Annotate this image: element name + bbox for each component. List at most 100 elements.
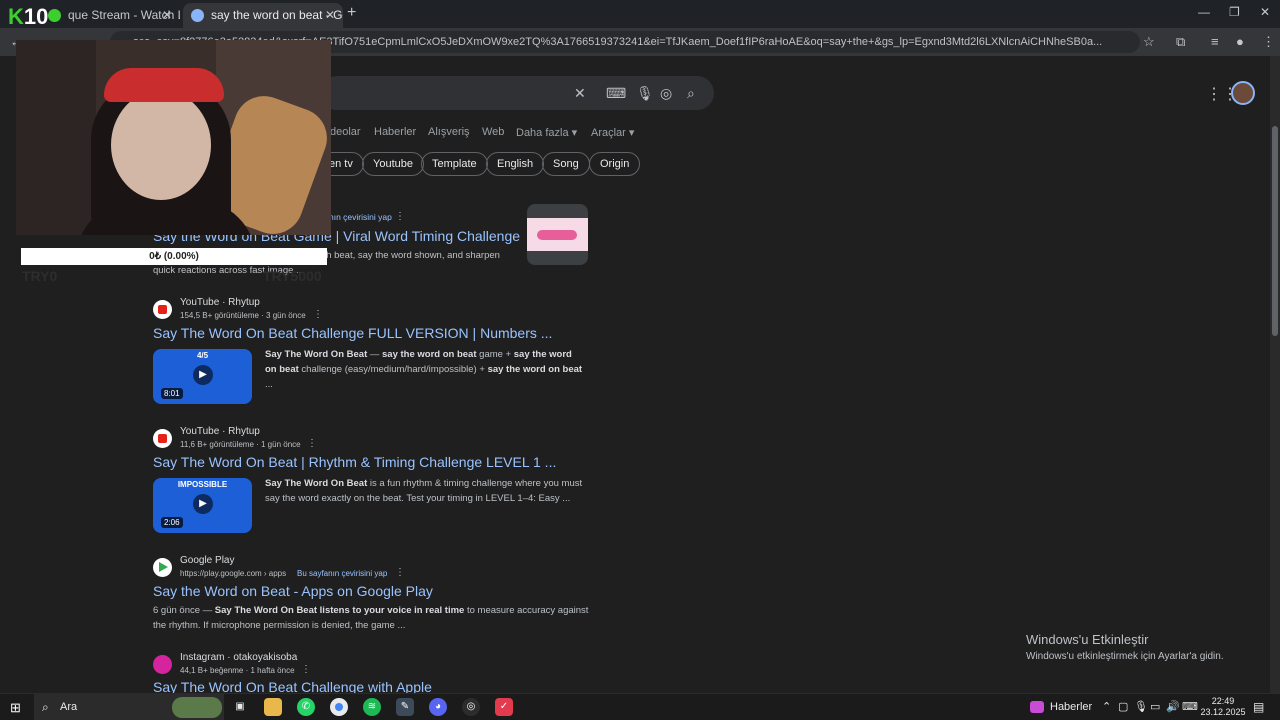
chip-song[interactable]: Song [542, 152, 590, 176]
snippet-bold: Say The Word On Beat listens to your voi… [214, 605, 465, 616]
spotify-icon[interactable]: ≋ [363, 698, 381, 716]
source-meta: 44,1 B+ beğenme · 1 hafta önce [180, 666, 295, 675]
tab-web[interactable]: Web [482, 126, 504, 138]
profile-avatar-icon[interactable]: ● [1236, 34, 1244, 49]
search-icon: ⌕ [42, 700, 49, 714]
close-window-icon[interactable]: ✕ [1260, 5, 1270, 19]
app-icon[interactable]: ✎ [396, 698, 414, 716]
taskbar-clock[interactable]: 22:49 23.12.2025 [1200, 696, 1246, 718]
chip-youtube[interactable]: Youtube [362, 152, 424, 176]
tab-news[interactable]: Haberler [374, 126, 416, 138]
snippet-text: ... [265, 379, 273, 390]
keyboard-icon[interactable]: ⌨ [606, 85, 626, 102]
volume-icon[interactable]: 🔊 [1166, 700, 1180, 713]
source-meta: https://play.google.com › apps [180, 569, 287, 578]
search-icon[interactable]: ⌕ [687, 85, 695, 102]
source-name: Instagram · otakoyakisoba [180, 652, 298, 663]
video-duration: 2:06 [161, 517, 183, 528]
media-icon[interactable]: ≡ [1211, 34, 1219, 49]
chip-origin[interactable]: Origin [589, 152, 641, 176]
close-tab-icon[interactable]: ✕ [162, 3, 172, 28]
source-name: YouTube · Rhytup [180, 426, 260, 437]
result-title-link[interactable]: Say The Word On Beat Challenge FULL VERS… [153, 325, 552, 341]
translate-link[interactable]: nın çevirisini yap [329, 212, 392, 222]
translate-link[interactable]: Bu sayfanın çevirisini yap [297, 569, 387, 578]
activate-title: Windows'u Etkinleştir [1026, 632, 1149, 647]
more-options-icon[interactable]: ⋮ [395, 567, 405, 578]
microphone-icon[interactable]: 🎙 [1134, 700, 1148, 713]
close-tab-icon[interactable]: ✕ [325, 3, 335, 28]
result-title-link[interactable]: Say The Word On Beat | Rhythm & Timing C… [153, 454, 556, 470]
source-name: Google Play [180, 555, 235, 566]
snippet-bold: say the word on beat [382, 349, 477, 360]
chip-template[interactable]: Template [421, 152, 488, 176]
result-thumbnail[interactable] [527, 204, 588, 265]
tab-favicon-icon [48, 9, 61, 22]
minimize-icon[interactable]: — [1198, 5, 1210, 19]
instagram-icon [153, 655, 172, 674]
search-input[interactable]: ✕ ⌨ 🎙 ◎ ⌕ [320, 76, 714, 110]
result-snippet: Say The Word On Beat — say the word on b… [265, 347, 585, 392]
page-scrollbar[interactable] [1270, 56, 1280, 693]
tab-videos[interactable]: deolar [330, 126, 361, 138]
result-snippet: Say The Word On Beat is a fun rhythm & t… [265, 476, 585, 506]
tab-shopping[interactable]: Alışveriş [428, 126, 470, 138]
network-icon[interactable]: ▭ [1150, 700, 1160, 713]
app-icon[interactable]: ✓ [495, 698, 513, 716]
donation-goal: TRY5000 [263, 268, 322, 284]
more-options-icon[interactable]: ⋮ [307, 438, 317, 449]
tab-more[interactable]: Daha fazla ▾ [516, 126, 577, 139]
thumbnail-label: IMPOSSIBLE [177, 480, 228, 489]
webcam-background [16, 40, 96, 235]
snippet-text: game + [476, 349, 514, 360]
microphone-icon[interactable]: 🎙 [636, 85, 654, 102]
lens-icon[interactable]: ◎ [660, 85, 672, 102]
snippet-bold: Say The Word On Beat [265, 349, 368, 360]
windows-start-icon[interactable]: ⊞ [10, 700, 21, 716]
result-title-link[interactable]: Say the Word on Beat - Apps on Google Pl… [153, 583, 433, 599]
tab-google-search[interactable]: say the word on beat - Google ✕ [183, 3, 343, 28]
video-thumbnail[interactable]: 4/5 ▶ 8:01 [153, 349, 252, 404]
whatsapp-icon[interactable]: ✆ [297, 698, 315, 716]
more-options-icon[interactable]: ⋮ [313, 309, 323, 320]
new-tab-button[interactable]: + [347, 4, 356, 22]
windows-taskbar: ⊞ ⌕ Ara ▣ ✆ ≋ ✎ ◕ ◎ ✓ Haberler ⌃ ▢ 🎙 ▭ 🔊… [0, 693, 1280, 720]
menu-kebab-icon[interactable]: ⋮ [1262, 34, 1275, 50]
chip-english[interactable]: English [486, 152, 545, 176]
google-play-icon [153, 558, 172, 577]
tray-app-icon[interactable]: ▢ [1118, 700, 1128, 713]
kick-logo: K10 [8, 4, 48, 30]
keyboard-icon[interactable]: ⌨ [1182, 700, 1198, 713]
browser-tabbar: que Stream - Watch Live o ✕ say the word… [0, 0, 1280, 28]
avatar[interactable] [1231, 81, 1255, 105]
extensions-icon[interactable]: ⧉ [1176, 34, 1185, 50]
tab-stream[interactable]: que Stream - Watch Live o ✕ [40, 3, 180, 28]
obs-icon[interactable]: ◎ [462, 698, 480, 716]
result-snippet: 6 gün önce — Say The Word On Beat listen… [153, 603, 593, 633]
discord-icon[interactable]: ◕ [429, 698, 447, 716]
more-options-icon[interactable]: ⋮ [301, 664, 311, 675]
santa-hat [104, 68, 224, 102]
source-name: YouTube · Rhytup [180, 297, 260, 308]
file-explorer-icon[interactable] [264, 698, 282, 716]
taskbar-search[interactable]: ⌕ Ara [34, 694, 224, 720]
clock-date: 23.12.2025 [1200, 707, 1246, 717]
chrome-icon[interactable] [330, 698, 348, 716]
tab-tools[interactable]: Araçlar ▾ [591, 126, 634, 139]
donation-goal-bar: 0₺ (0.00%) [21, 248, 327, 265]
notification-icon[interactable]: ▤ [1253, 700, 1264, 714]
video-thumbnail[interactable]: IMPOSSIBLE ▶ 2:06 [153, 478, 252, 533]
more-options-icon[interactable]: ⋮ [395, 211, 405, 222]
restore-icon[interactable]: ❐ [1229, 5, 1240, 19]
scroll-thumb[interactable] [1272, 126, 1278, 336]
news-widget[interactable]: Haberler [1030, 694, 1092, 720]
video-duration: 8:01 [161, 388, 183, 399]
task-view-icon[interactable]: ▣ [231, 698, 249, 716]
logo-k: K [8, 4, 24, 29]
source-meta: 154,5 B+ görüntüleme · 3 gün önce [180, 311, 306, 320]
news-label: Haberler [1050, 701, 1093, 713]
chevron-up-icon[interactable]: ⌃ [1102, 700, 1111, 713]
bookmark-star-icon[interactable]: ☆ [1143, 34, 1155, 50]
clear-icon[interactable]: ✕ [574, 85, 586, 102]
result-title-link[interactable]: Say The Word On Beat Challenge with Appl… [153, 679, 432, 693]
